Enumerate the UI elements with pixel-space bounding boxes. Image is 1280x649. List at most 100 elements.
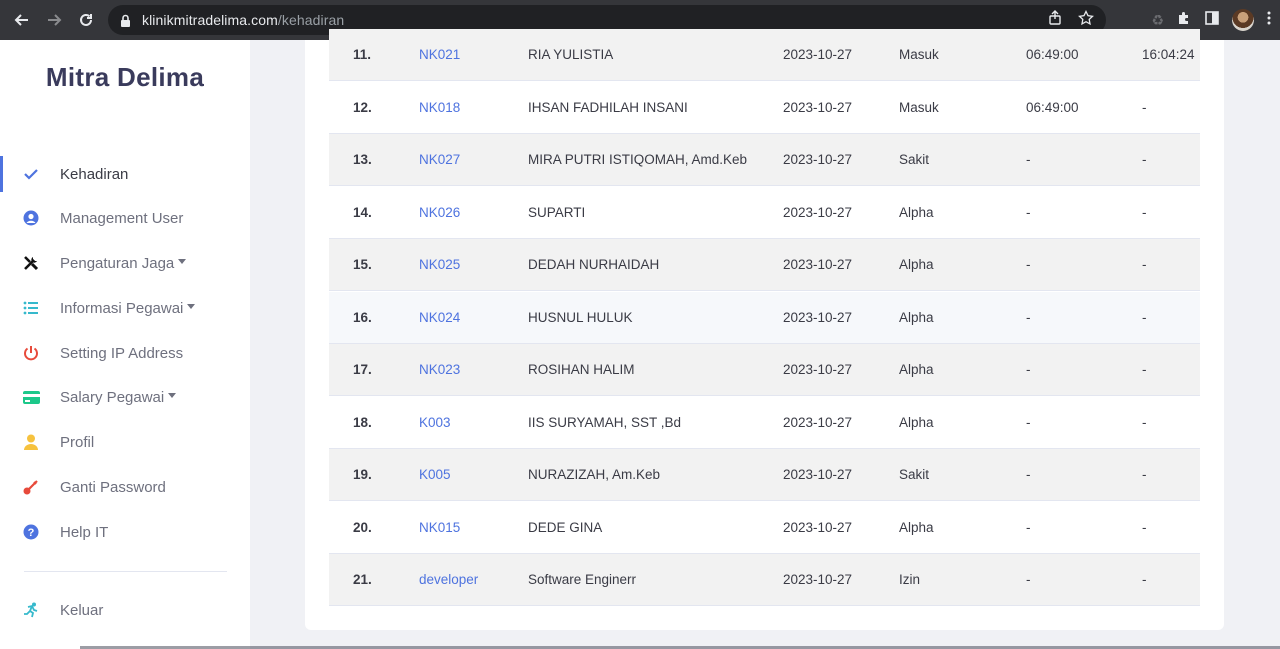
check-in-time: 06:49:00 (1026, 99, 1079, 115)
check-out-time: 16:04:24 (1142, 47, 1195, 62)
check-in-time: - (1026, 257, 1031, 272)
check-out-time: - (1142, 204, 1147, 220)
recycle-extension-icon[interactable]: ♻ (1151, 12, 1164, 29)
table-row: 14. NK026 SUPARTI 2023-10-27 Alpha - - (329, 187, 1200, 239)
extensions-puzzle-icon[interactable] (1176, 10, 1192, 31)
chrome-menu-icon[interactable] (1266, 10, 1272, 31)
employee-name: DEDE GINA (528, 519, 603, 535)
employee-id-link[interactable]: K005 (419, 449, 451, 501)
attendance-date: 2023-10-27 (783, 152, 853, 167)
check-in-time: - (1026, 519, 1031, 535)
row-number: 20. (353, 519, 372, 535)
employee-name: IIS SURYAMAH, SST ,Bd (528, 414, 682, 430)
sidebar-item-label: Kehadiran (60, 165, 129, 183)
check-in-time: - (1026, 467, 1031, 482)
sidebar-item-kehadiran[interactable]: Kehadiran (0, 156, 250, 192)
row-number: 21. (353, 572, 372, 587)
sidebar-item-setting-ip[interactable]: Setting IP Address (0, 335, 250, 371)
bookmark-star-icon[interactable] (1078, 9, 1094, 31)
attendance-status: Masuk (899, 99, 939, 115)
check-out-time: - (1142, 362, 1147, 377)
attendance-status: Alpha (899, 362, 934, 377)
svg-text:?: ? (28, 527, 35, 539)
sidebar-item-ganti-password[interactable]: Ganti Password (0, 469, 250, 505)
sidebar-item-salary-pegawai[interactable]: Salary Pegawai (0, 379, 250, 415)
employee-name: ROSIHAN HALIM (528, 362, 635, 377)
check-out-time: - (1142, 572, 1147, 587)
attendance-status: Sakit (899, 467, 930, 482)
brand-title[interactable]: Mitra Delima (0, 62, 250, 93)
sidebar-item-keluar[interactable]: Keluar (0, 592, 250, 628)
row-number: 15. (353, 257, 372, 272)
check-in-time: 06:49:00 (1026, 47, 1079, 62)
employee-id-link[interactable]: NK025 (419, 239, 460, 291)
employee-name: MIRA PUTRI ISTIQOMAH, Amd.Keb (528, 152, 748, 167)
attendance-status: Alpha (899, 257, 934, 272)
reload-icon[interactable] (71, 5, 101, 35)
row-number: 19. (353, 467, 372, 482)
row-number: 14. (353, 204, 372, 220)
caret-down-icon (187, 304, 196, 310)
forward-icon[interactable] (39, 5, 69, 35)
employee-id-link[interactable]: developer (419, 554, 478, 606)
employee-name: RIA YULISTIA (528, 47, 614, 62)
check-out-time: - (1142, 99, 1147, 115)
employee-name: IHSAN FADHILAH INSANI (528, 99, 688, 115)
check-out-time: - (1142, 414, 1147, 430)
attendance-status: Sakit (899, 152, 930, 167)
share-icon[interactable] (1048, 10, 1062, 30)
sidebar-item-label: Management User (60, 209, 184, 227)
sidebar-item-label: Informasi Pegawai (60, 300, 196, 317)
employee-id-link[interactable]: NK023 (419, 344, 460, 396)
sidebar-item-label: Ganti Password (60, 478, 166, 496)
table-row: 16. NK024 HUSNUL HULUK 2023-10-27 Alpha - - (329, 291, 1200, 344)
attendance-status: Masuk (899, 47, 939, 62)
employee-id-link[interactable]: NK018 (419, 82, 460, 134)
employee-id-link[interactable]: NK021 (419, 29, 460, 81)
sidebar-item-text: Pengaturan Jaga (60, 254, 175, 272)
check-out-time: - (1142, 152, 1147, 167)
power-icon (22, 345, 40, 361)
sidebar-item-label: Keluar (60, 601, 104, 619)
profile-avatar[interactable] (1232, 9, 1254, 31)
check-in-time: - (1026, 309, 1031, 325)
table-row: 19. K005 NURAZIZAH, Am.Keb 2023-10-27 Sakit -… (329, 449, 1200, 501)
employee-id-link[interactable]: NK024 (419, 292, 460, 344)
sidebar-item-profil[interactable]: Profil (0, 424, 250, 460)
sidebar-item-help-it[interactable]: ? Help IT (0, 514, 250, 550)
credit-card-icon (22, 389, 40, 405)
attendance-date: 2023-10-27 (783, 572, 853, 587)
row-number: 18. (353, 414, 372, 430)
back-icon[interactable] (7, 5, 37, 35)
attendance-date: 2023-10-27 (783, 309, 853, 325)
user-circle-icon (22, 210, 40, 226)
caret-down-icon (168, 393, 177, 399)
attendance-status: Alpha (899, 519, 934, 535)
employee-id-link[interactable]: NK015 (419, 502, 460, 554)
check-out-time: - (1142, 519, 1147, 535)
sidebar-item-pengaturan-jaga[interactable]: Pengaturan Jaga (0, 245, 250, 281)
table-row: 15. NK025 DEDAH NURHAIDAH 2023-10-27 Alpha - - (329, 239, 1200, 291)
table-row: 18. K003 IIS SURYAMAH, SST ,Bd 2023-10-27 Al… (329, 397, 1200, 449)
attendance-date: 2023-10-27 (783, 47, 853, 62)
check-out-time: - (1142, 257, 1147, 272)
check-icon (22, 166, 40, 182)
sidebar-item-management-user[interactable]: Management User (0, 200, 250, 236)
side-panel-icon[interactable] (1204, 10, 1220, 31)
employee-name: SUPARTI (528, 204, 586, 220)
table-row: 21. developer Software Enginerr 2023-10-27 I… (329, 554, 1200, 606)
sidebar-item-informasi-pegawai[interactable]: Informasi Pegawai (0, 290, 250, 326)
attendance-date: 2023-10-27 (783, 99, 853, 115)
list-icon (22, 300, 40, 316)
employee-id-link[interactable]: NK027 (419, 134, 460, 186)
row-number: 13. (353, 152, 372, 167)
sidebar-item-label: Profil (60, 433, 95, 451)
employee-id-link[interactable]: NK026 (419, 187, 460, 239)
check-in-time: - (1026, 152, 1031, 167)
employee-name: HUSNUL HULUK (528, 309, 633, 325)
sidebar: Mitra Delima Kehadiran Management User P… (0, 40, 250, 649)
employee-id-link[interactable]: K003 (419, 397, 451, 449)
sidebar-divider (24, 571, 227, 572)
user-icon (22, 434, 40, 450)
check-out-time: - (1142, 467, 1147, 482)
